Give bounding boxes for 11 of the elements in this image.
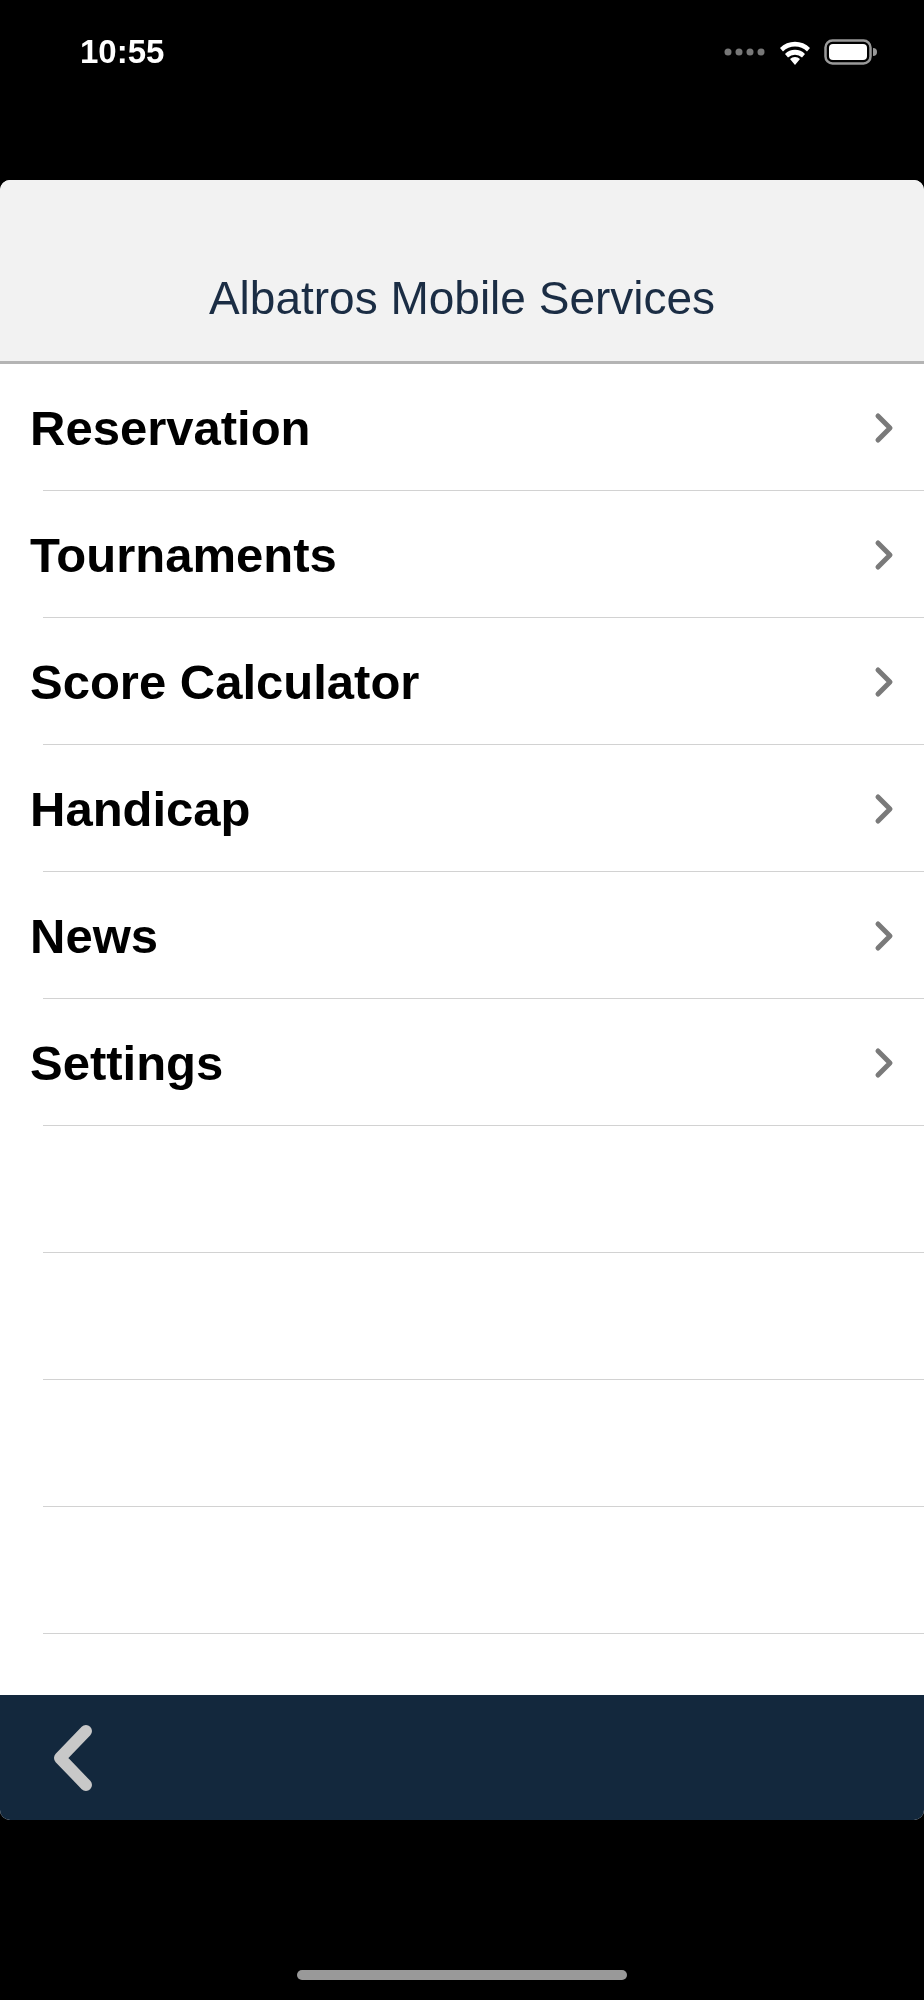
status-time: 10:55: [80, 32, 165, 72]
battery-icon: [824, 39, 878, 65]
chevron-right-icon: [874, 919, 894, 952]
chevron-right-icon: [874, 411, 894, 444]
wifi-icon: [778, 39, 812, 65]
signal-icon: [724, 48, 766, 56]
chevron-right-icon: [874, 538, 894, 571]
chevron-right-icon: [874, 1046, 894, 1079]
chevron-right-icon: [874, 792, 894, 825]
chevron-right-icon: [874, 665, 894, 698]
app-title: Albatros Mobile Services: [208, 271, 716, 325]
